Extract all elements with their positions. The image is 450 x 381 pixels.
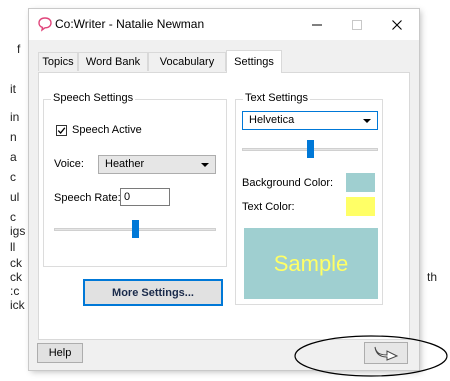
speech-rate-input[interactable]: 0 [120, 188, 170, 206]
background-text: :c [10, 284, 20, 298]
background-text: n [10, 130, 17, 144]
background-text: ll [10, 240, 16, 254]
background-text: ck [10, 256, 22, 270]
text-settings-label: Text Settings [243, 92, 310, 104]
minimize-button[interactable] [297, 9, 337, 40]
close-button[interactable] [377, 9, 417, 40]
speech-bubble-icon [38, 17, 52, 32]
close-icon [392, 19, 402, 30]
speech-rate-slider-thumb[interactable] [131, 220, 139, 238]
window-title: Co:Writer - Natalie Newman [55, 17, 205, 31]
tab-vocabulary[interactable]: Vocabulary [148, 52, 226, 71]
background-text: igs [10, 224, 26, 238]
speech-active-checkbox[interactable] [56, 125, 67, 136]
background-text: th [427, 270, 438, 284]
text-color-swatch[interactable] [346, 197, 375, 216]
background-text: it [10, 82, 16, 96]
text-settings-group: Text Settings Helvetica Background Color… [235, 92, 383, 305]
arrow-return-icon [374, 346, 399, 361]
title-bar[interactable]: Co:Writer - Natalie Newman [29, 9, 419, 40]
tab-settings[interactable]: Settings [226, 50, 282, 73]
speech-settings-label: Speech Settings [51, 92, 136, 104]
checkmark-icon [57, 127, 66, 134]
maximize-icon [352, 19, 362, 30]
background-text: c [10, 210, 16, 224]
speech-rate-label: Speech Rate: [54, 192, 121, 204]
settings-panel: Speech Settings Speech Active Voice: Hea… [38, 72, 410, 340]
chevron-down-icon [201, 163, 209, 167]
voice-value: Heather [105, 158, 145, 170]
font-value: Helvetica [249, 114, 295, 126]
background-text: in [10, 110, 20, 124]
more-settings-button[interactable]: More Settings... [83, 279, 223, 306]
help-button[interactable]: Help [37, 343, 83, 363]
text-size-slider-thumb[interactable] [306, 140, 314, 158]
background-text: ck [10, 270, 22, 284]
tab-word-bank[interactable]: Word Bank [78, 52, 148, 71]
background-text: ul [10, 190, 20, 204]
tab-topics[interactable]: Topics [38, 52, 78, 71]
voice-select[interactable]: Heather [98, 155, 216, 174]
chevron-down-icon [363, 119, 371, 123]
sample-text: Sample [273, 250, 349, 276]
speech-active-label: Speech Active [72, 124, 142, 136]
voice-label: Voice: [54, 158, 84, 170]
font-select[interactable]: Helvetica [242, 111, 378, 130]
settings-window: Co:Writer - Natalie Newman Topics Word B… [29, 9, 419, 370]
background-color-label: Background Color: [242, 177, 334, 189]
maximize-button[interactable] [337, 9, 377, 40]
next-button[interactable] [364, 342, 408, 364]
speech-settings-group: Speech Settings Speech Active Voice: Hea… [43, 92, 227, 267]
background-color-swatch[interactable] [346, 173, 375, 192]
background-text: f [17, 42, 21, 56]
minimize-icon [312, 24, 322, 25]
text-sample-preview: Sample [244, 228, 378, 299]
background-text: ick [10, 298, 25, 312]
background-text: c [10, 170, 16, 184]
background-text: a [10, 150, 17, 164]
text-color-label: Text Color: [242, 201, 295, 213]
